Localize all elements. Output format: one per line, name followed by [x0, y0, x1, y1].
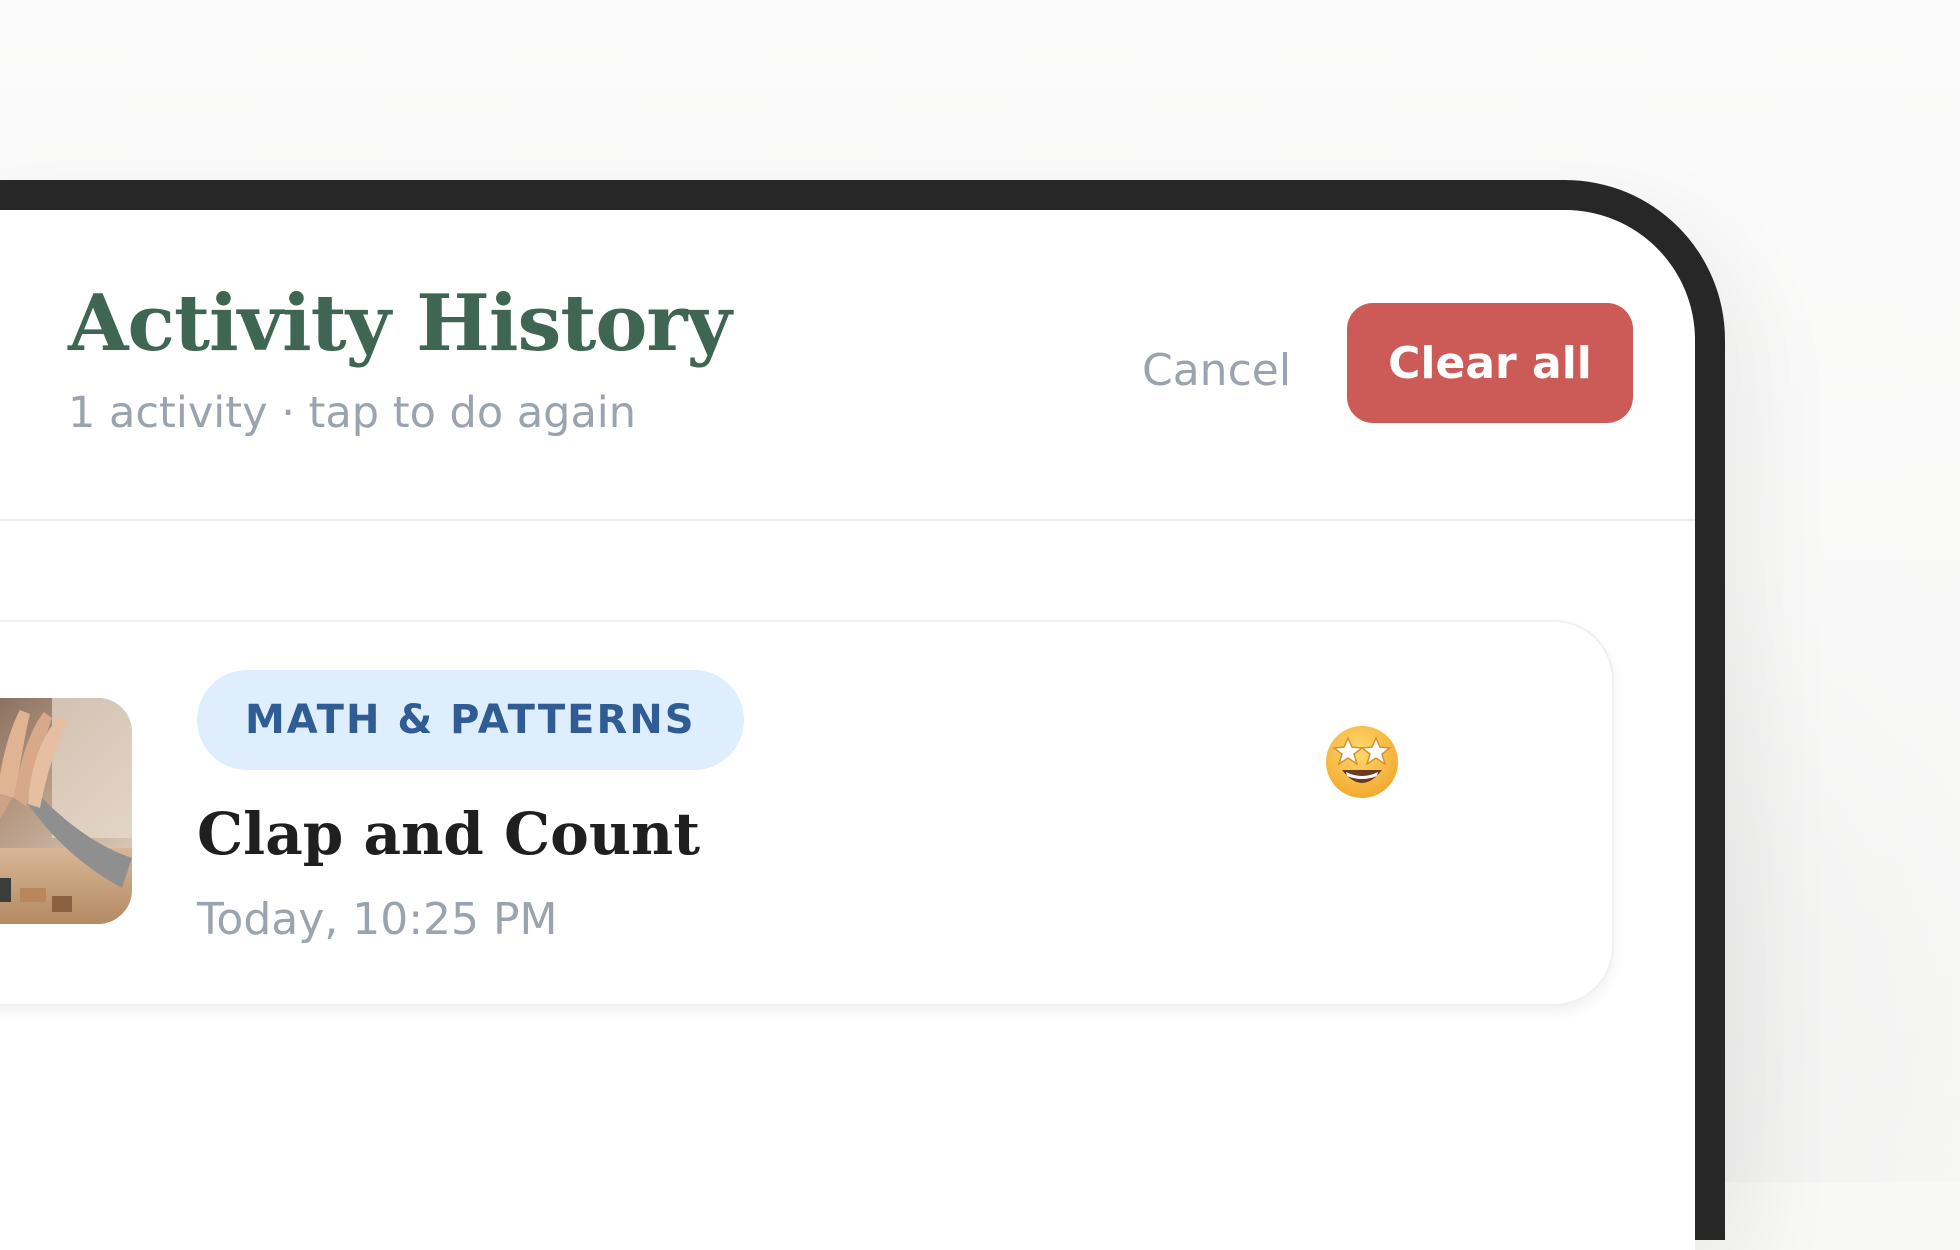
activity-card[interactable]: MATH & PATTERNS Clap and Count Today, 10… [0, 620, 1614, 1006]
page-title: Activity History [68, 278, 732, 369]
header-divider [0, 519, 1695, 521]
clear-all-button[interactable]: Clear all [1347, 303, 1633, 423]
page-subtitle: 1 activity · tap to do again [68, 388, 637, 438]
category-badge: MATH & PATTERNS [197, 670, 744, 770]
activity-title: Clap and Count [197, 800, 700, 868]
activity-timestamp: Today, 10:25 PM [197, 894, 558, 945]
cancel-button[interactable]: Cancel [1130, 330, 1303, 410]
history-header: Activity History 1 activity · tap to do … [0, 210, 1695, 520]
device-frame: Activity History 1 activity · tap to do … [0, 180, 1725, 1250]
activity-thumbnail [0, 698, 132, 924]
app-screen: Activity History 1 activity · tap to do … [0, 210, 1695, 1250]
star-struck-emoji-icon [1326, 726, 1398, 798]
hands-high-five-photo [0, 698, 132, 924]
